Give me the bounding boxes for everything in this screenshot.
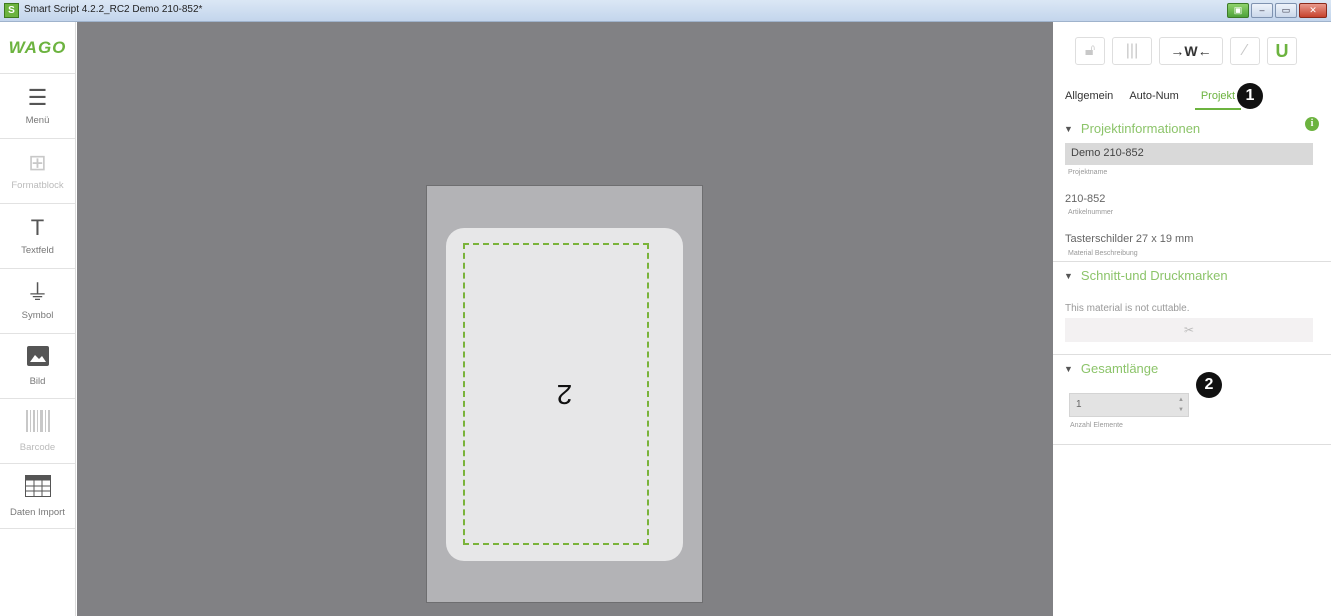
tool-label: Formatblock <box>11 179 64 191</box>
close-button[interactable]: ✕ <box>1299 3 1327 18</box>
section-schnitt-druckmarken[interactable]: ▼ Schnitt-und Druckmarken <box>1064 268 1228 283</box>
info-icon[interactable]: i <box>1305 117 1319 131</box>
divider <box>1053 261 1331 262</box>
scissors-icon: ✂ <box>1183 323 1195 337</box>
section-title: Projektinformationen <box>1080 121 1201 136</box>
maximize-button[interactable]: ▭ <box>1275 3 1297 18</box>
minimize-button[interactable]: – <box>1251 3 1273 18</box>
callout-badge-1: 1 <box>1237 83 1263 109</box>
fit-width-icon[interactable]: →W← <box>1159 37 1223 65</box>
divider <box>1053 444 1331 445</box>
tool-label: Barcode <box>19 441 56 453</box>
tool-label: Menü <box>25 114 50 126</box>
title-bar: S Smart Script 4.2.2_RC2 Demo 210-852* ▣… <box>0 0 1331 22</box>
window-title: Smart Script 4.2.2_RC2 Demo 210-852* <box>24 4 203 15</box>
tool-formatblock[interactable]: ⊞ Formatblock <box>0 139 75 204</box>
logo-text: WAGO <box>8 37 67 57</box>
chevron-down-icon: ▼ <box>1064 363 1073 374</box>
article-number-label: Artikelnummer <box>1068 209 1114 216</box>
project-name-label: Projektname <box>1068 169 1108 176</box>
tab-projekt[interactable]: Projekt <box>1194 90 1242 110</box>
menu-icon: ☰ <box>27 84 48 110</box>
not-cuttable-note: This material is not cuttable. <box>1065 303 1190 314</box>
marker-label[interactable]: 2 <box>446 228 683 561</box>
text-icon: T <box>30 214 45 240</box>
label-text[interactable]: 2 <box>446 228 683 561</box>
tool-label: Symbol <box>21 309 54 321</box>
tool-symbol[interactable]: ⏚ Symbol <box>0 269 75 334</box>
table-import-icon <box>24 474 51 501</box>
top-icon-toolbar: 🔓︎ ||| →W← ⁄ U <box>1075 37 1297 65</box>
material-description-value: Tasterschilder 27 x 19 mm <box>1065 233 1194 245</box>
project-name-field[interactable]: Demo 210-852 <box>1065 143 1313 165</box>
tool-textfeld[interactable]: T Textfeld <box>0 204 75 269</box>
section-gesamtlaenge[interactable]: ▼ Gesamtlänge <box>1064 361 1158 376</box>
tab-auto-num[interactable]: Auto-Num <box>1129 90 1189 110</box>
tool-label: Textfeld <box>21 244 54 256</box>
image-icon <box>26 345 49 370</box>
divider <box>1053 354 1331 355</box>
tool-barcode[interactable]: Barcode <box>0 399 75 464</box>
scissors-button[interactable]: ✂ <box>1065 318 1313 342</box>
tool-label: Daten Import <box>10 506 65 518</box>
magnet-icon[interactable]: U <box>1267 37 1297 65</box>
formatblock-icon: ⊞ <box>28 149 47 175</box>
wago-logo: WAGO <box>0 22 75 74</box>
properties-panel: 🔓︎ ||| →W← ⁄ U Allgemein Auto-Num Projek… <box>1053 22 1331 616</box>
tool-bild[interactable]: Bild <box>0 334 75 399</box>
app-icon: S <box>4 3 19 18</box>
section-title: Schnitt-und Druckmarken <box>1080 268 1228 283</box>
article-number-value: 210-852 <box>1065 193 1106 205</box>
chevron-down-icon: ▼ <box>1064 270 1073 281</box>
element-count-label: Anzahl Elemente <box>1070 422 1123 429</box>
columns-icon[interactable]: ||| <box>1112 37 1152 65</box>
section-title: Gesamtlänge <box>1080 361 1159 376</box>
spin-arrows-icon[interactable]: ▲ ▼ <box>1178 395 1184 415</box>
ground-symbol-icon: ⏚ <box>26 279 49 305</box>
element-count-value: 1 <box>1076 399 1082 410</box>
monitor-icon[interactable]: ▣ <box>1227 3 1249 18</box>
element-count-stepper[interactable]: 1 ▲ ▼ <box>1069 393 1189 417</box>
tab-allgemein[interactable]: Allgemein <box>1065 90 1123 110</box>
material-sheet[interactable]: 2 <box>426 185 703 603</box>
design-canvas[interactable]: 2 <box>77 22 1053 616</box>
tool-daten-import[interactable]: Daten Import <box>0 464 75 529</box>
barcode-icon <box>25 409 50 436</box>
left-toolbar: WAGO ☰ Menü ⊞ Formatblock T Textfeld ⏚ S… <box>0 22 76 616</box>
tool-label: Bild <box>29 375 46 387</box>
section-projektinformationen[interactable]: ▼ Projektinformationen <box>1064 121 1200 136</box>
tab-bar: Allgemein Auto-Num Projekt <box>1065 90 1247 110</box>
material-description-label: Material Beschreibung <box>1068 250 1138 257</box>
magic-wand-icon[interactable]: ⁄ <box>1230 37 1260 65</box>
unlock-icon[interactable]: 🔓︎ <box>1075 37 1105 65</box>
tool-menu[interactable]: ☰ Menü <box>0 74 75 139</box>
window-controls: ▣ – ▭ ✕ <box>1227 3 1327 18</box>
chevron-down-icon: ▼ <box>1064 123 1073 134</box>
callout-badge-2: 2 <box>1196 372 1222 398</box>
